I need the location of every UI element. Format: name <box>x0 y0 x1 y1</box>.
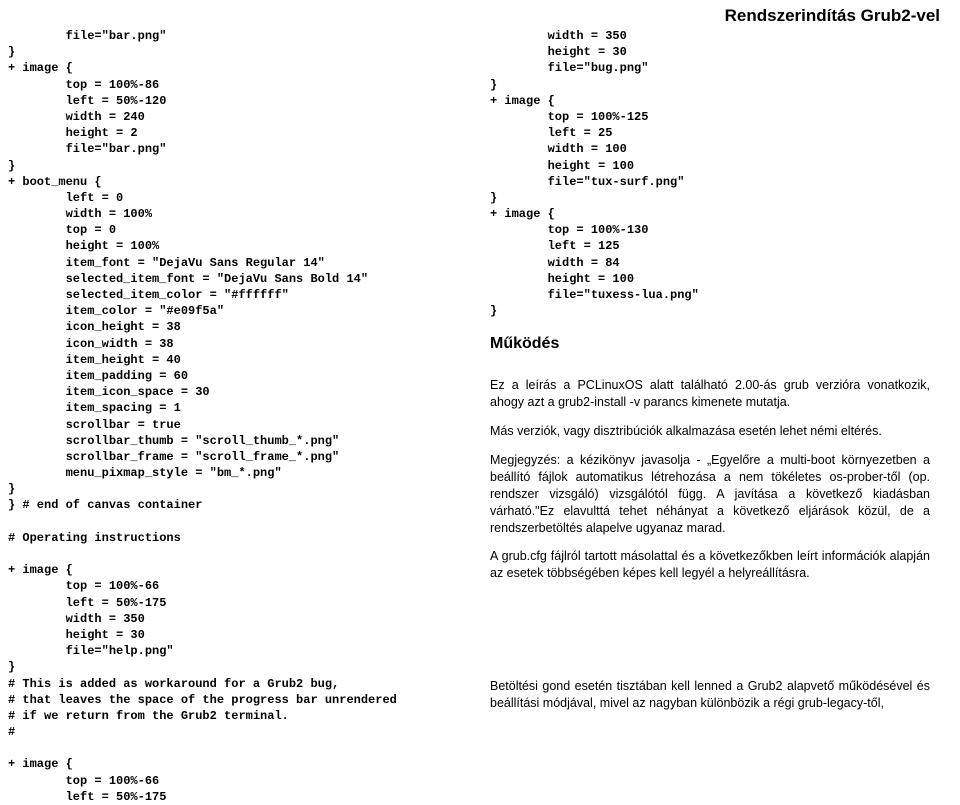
paragraph-1: Ez a leírás a PCLinuxOS alatt található … <box>490 377 950 411</box>
section-heading: Működés <box>490 335 950 353</box>
paragraph-3: Megjegyzés: a kézikönyv javasolja - „Egy… <box>490 452 950 536</box>
right-column: width = 350 height = 30 file="bug.png" }… <box>490 28 950 594</box>
page-header-title: Rendszerindítás Grub2-vel <box>725 6 940 26</box>
left-code-block: file="bar.png" } + image { top = 100%-86… <box>8 28 468 805</box>
paragraph-2: Más verziók, vagy disztribúciók alkalmaz… <box>490 423 950 440</box>
right-code-block: width = 350 height = 30 file="bug.png" }… <box>490 28 950 319</box>
paragraph-bottom: Betöltési gond esetén tisztában kell len… <box>490 678 950 712</box>
paragraph-4: A grub.cfg fájlról tartott másolattal és… <box>490 548 950 582</box>
